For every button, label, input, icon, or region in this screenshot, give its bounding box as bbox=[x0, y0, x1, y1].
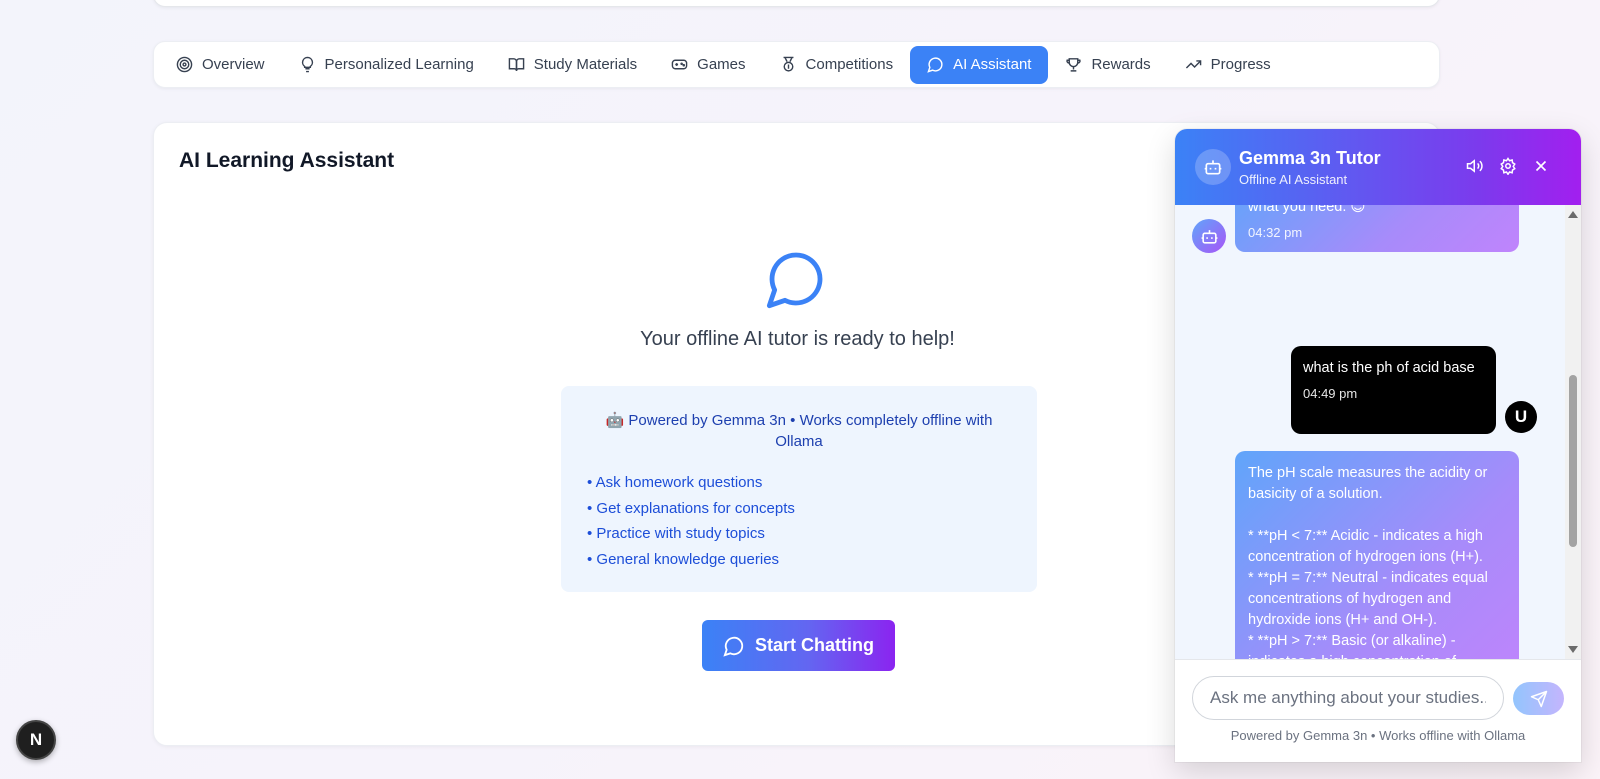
bot-icon bbox=[1204, 160, 1222, 175]
message-text: what you need. 😊 bbox=[1248, 205, 1366, 215]
message-circle-icon bbox=[723, 636, 744, 657]
tab-bar: Overview Personalized Learning Study Mat… bbox=[153, 41, 1440, 88]
tab-label: Study Materials bbox=[533, 56, 638, 73]
message-time: 04:49 pm bbox=[1303, 386, 1358, 401]
book-icon bbox=[508, 58, 525, 72]
chat-subtitle: Offline AI Assistant bbox=[1239, 172, 1348, 187]
tab-label: Competitions bbox=[805, 56, 894, 73]
powered-by-text: 🤖 Powered by Gemma 3n • Works completely… bbox=[605, 412, 993, 450]
tab-label: Games bbox=[697, 56, 746, 73]
list-item: • General knowledge queries bbox=[587, 550, 780, 568]
trophy-icon bbox=[1066, 58, 1082, 72]
chat-header: Gemma 3n Tutor Offline AI Assistant bbox=[1175, 129, 1581, 205]
lightbulb-icon bbox=[301, 56, 313, 73]
dev-badge[interactable]: N bbox=[16, 720, 56, 760]
bot-message: The pH scale measures the acidity or bas… bbox=[1235, 451, 1519, 659]
tab-study-materials[interactable]: Study Materials bbox=[491, 46, 654, 84]
start-chatting-label: Start Chatting bbox=[755, 635, 874, 655]
gamepad-icon bbox=[671, 59, 688, 70]
message-list: what you need. 😊 04:32 pm what is the ph… bbox=[1175, 205, 1565, 659]
settings-button[interactable] bbox=[1498, 156, 1518, 176]
tab-label: Progress bbox=[1210, 56, 1271, 73]
medal-icon bbox=[783, 56, 793, 72]
chat-panel: Gemma 3n Tutor Offline AI Assistant what… bbox=[1175, 129, 1581, 762]
message-line: * **pH = 7:** Neutral - indicates equal … bbox=[1248, 570, 1488, 628]
tab-ai-assistant[interactable]: AI Assistant bbox=[910, 45, 1049, 84]
send-icon bbox=[1530, 690, 1547, 707]
bot-avatar bbox=[1192, 219, 1226, 253]
tab-games[interactable]: Games bbox=[654, 46, 762, 84]
message-text: what is the ph of acid base bbox=[1303, 360, 1475, 376]
scroll-up-arrow[interactable] bbox=[1568, 211, 1578, 218]
tab-rewards[interactable]: Rewards bbox=[1048, 46, 1167, 84]
page-title: AI Learning Assistant bbox=[179, 149, 395, 172]
message-line: * **pH < 7:** Acidic - indicates a high … bbox=[1248, 528, 1483, 565]
scroll-thumb[interactable] bbox=[1569, 375, 1577, 547]
info-box: 🤖 Powered by Gemma 3n • Works completely… bbox=[561, 386, 1037, 592]
tab-competitions[interactable]: Competitions bbox=[763, 46, 911, 84]
message-time: 04:32 pm bbox=[1248, 225, 1303, 240]
bot-message: what you need. 😊 04:32 pm bbox=[1235, 205, 1519, 252]
volume-icon bbox=[1466, 159, 1483, 173]
message-line: * **pH > 7:** Basic (or alkaline) - indi… bbox=[1248, 633, 1456, 659]
list-item: • Get explanations for concepts bbox=[587, 499, 795, 517]
scroll-down-arrow[interactable] bbox=[1568, 646, 1578, 653]
scrollbar[interactable] bbox=[1565, 205, 1581, 659]
trending-up-icon bbox=[1185, 60, 1201, 69]
close-icon bbox=[1535, 160, 1547, 172]
bot-avatar bbox=[1195, 149, 1231, 185]
close-button[interactable] bbox=[1531, 156, 1551, 176]
list-item: • Practice with study topics bbox=[587, 525, 765, 542]
user-avatar: U bbox=[1505, 401, 1537, 433]
tab-label: Rewards bbox=[1091, 56, 1151, 73]
tab-label: Overview bbox=[202, 56, 265, 73]
top-card bbox=[153, 0, 1440, 7]
start-chatting-button[interactable]: Start Chatting bbox=[702, 620, 895, 671]
send-button[interactable] bbox=[1513, 682, 1564, 715]
feature-list: • Ask homework questions • Get explanati… bbox=[587, 470, 795, 572]
tab-label: AI Assistant bbox=[953, 56, 1032, 73]
list-item: • Ask homework questions bbox=[587, 474, 763, 491]
bot-icon bbox=[1201, 229, 1217, 244]
chat-title: Gemma 3n Tutor bbox=[1239, 148, 1381, 168]
tab-progress[interactable]: Progress bbox=[1168, 46, 1288, 84]
tab-label: Personalized Learning bbox=[324, 56, 474, 73]
message-circle-icon bbox=[766, 252, 823, 309]
sound-button[interactable] bbox=[1465, 156, 1485, 176]
tab-personalized-learning[interactable]: Personalized Learning bbox=[282, 46, 491, 84]
chat-input[interactable] bbox=[1192, 676, 1504, 720]
tab-overview[interactable]: Overview bbox=[159, 46, 282, 84]
message-circle-icon bbox=[927, 57, 943, 73]
message-line: The pH scale measures the acidity or bas… bbox=[1248, 465, 1488, 502]
user-message: what is the ph of acid base 04:49 pm bbox=[1291, 346, 1496, 434]
target-icon bbox=[176, 56, 193, 73]
chat-footer: Powered by Gemma 3n • Works offline with… bbox=[1175, 659, 1581, 762]
message-line bbox=[1248, 505, 1506, 526]
gear-icon bbox=[1500, 157, 1516, 175]
footer-note: Powered by Gemma 3n • Works offline with… bbox=[1230, 728, 1526, 743]
